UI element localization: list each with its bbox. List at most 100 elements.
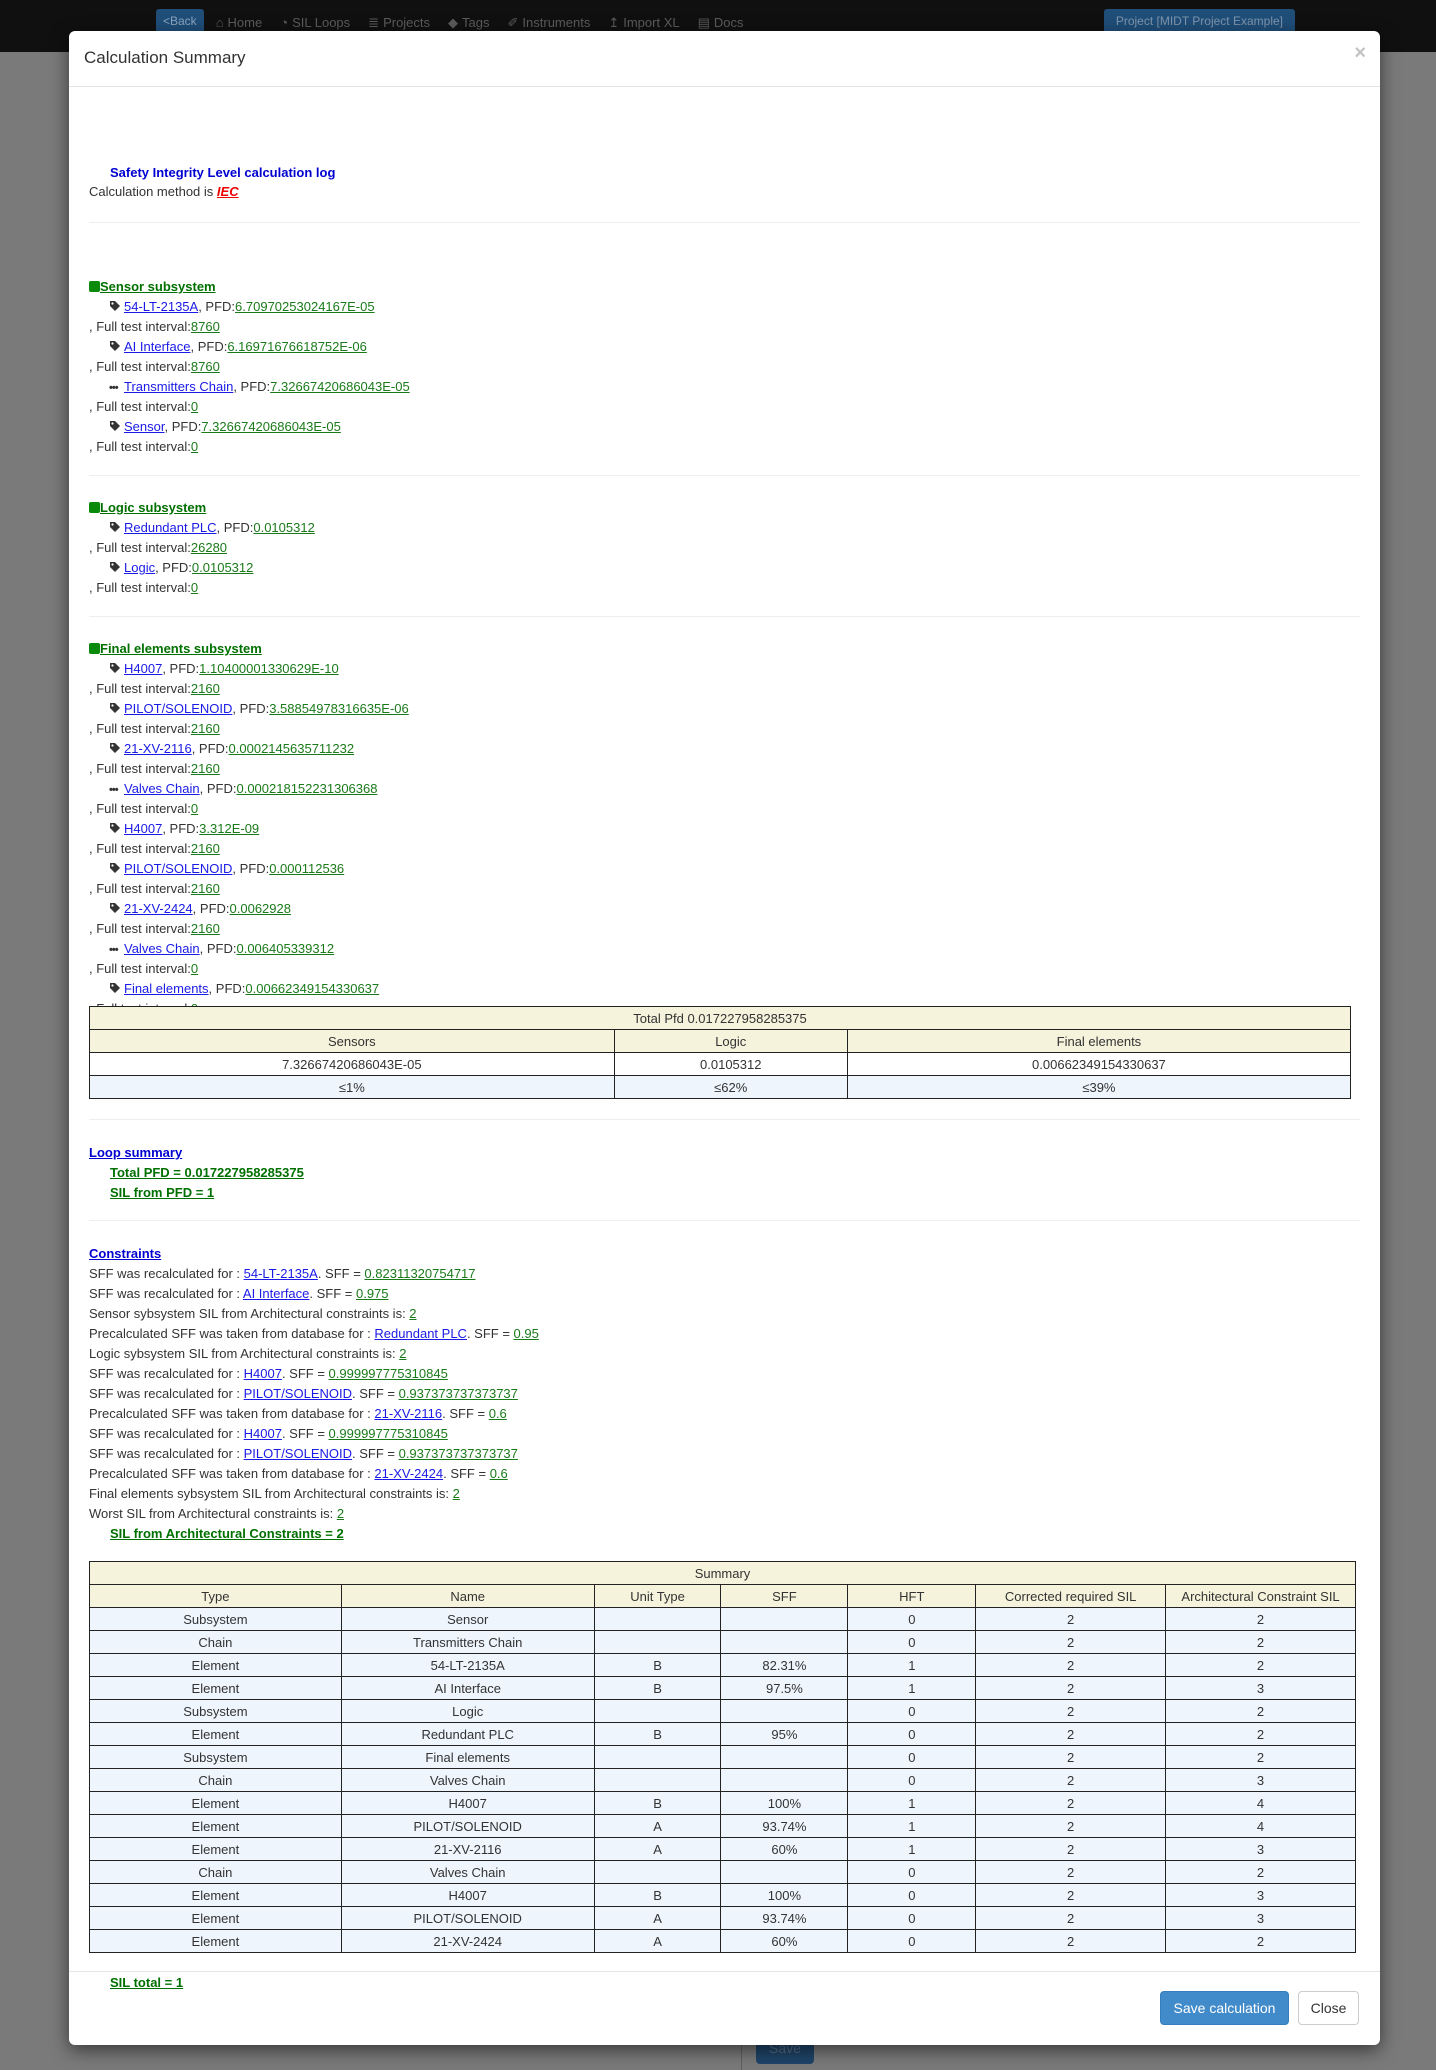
pfd-entry: 21-XV-2424, PFD:0.0062928 [89, 899, 409, 919]
entry-link[interactable]: Sensor [124, 419, 164, 434]
entry-link[interactable]: PILOT/SOLENOID [124, 701, 232, 716]
subsystem-title[interactable]: Sensor subsystem [100, 279, 216, 294]
pfd-value: 6.70970253024167E-05 [235, 299, 375, 314]
constraint-link[interactable]: AI Interface [243, 1286, 309, 1301]
tag-icon [109, 660, 121, 673]
entry-link[interactable]: H4007 [124, 821, 162, 836]
subsystem-title[interactable]: Logic subsystem [100, 500, 206, 515]
close-button[interactable]: Close [1298, 1991, 1359, 2025]
test-interval-line: , Full test interval:8760 [89, 357, 410, 377]
nav-item-projects[interactable]: ≣ Projects [362, 13, 442, 33]
table-cell: 54-LT-2135A [340, 1653, 595, 1677]
table-cell: Element [89, 1791, 342, 1815]
constraint-link[interactable]: 21-XV-2424 [374, 1466, 443, 1481]
constraint-text: Worst SIL from Architectural constraints… [89, 1506, 337, 1521]
interval-label: , Full test interval: [89, 319, 191, 334]
constraint-text: Precalculated SFF was taken from databas… [89, 1466, 375, 1481]
total-pfd-title: Total Pfd 0.017227958285375 [89, 1006, 1351, 1030]
interval-value: 0 [190, 801, 199, 816]
constraint-sff-label: . SFF = [443, 1466, 490, 1481]
table-cell: 2 [975, 1929, 1167, 1953]
nav-item-sil-loops[interactable]: ◔ SIL Loops [274, 13, 362, 33]
entry-link[interactable]: AI Interface [124, 339, 190, 354]
upload-icon: ↥ [608, 15, 620, 30]
tag-icon [109, 559, 121, 572]
nav-item-docs[interactable]: ▤ Docs [692, 13, 756, 33]
table-row: Chain Valves Chain 0 2 2 [89, 1860, 1356, 1884]
table-cell [720, 1768, 849, 1792]
column-header: Name [340, 1584, 595, 1608]
nav-item-instruments[interactable]: ✐ Instruments [502, 13, 603, 33]
entry-link[interactable]: 54-LT-2135A [124, 299, 198, 314]
constraint-value: 2 [336, 1506, 345, 1521]
pfd-label: , PFD: [191, 741, 229, 756]
table-cell: 1 [847, 1676, 977, 1700]
entry-link[interactable]: 21-XV-2424 [124, 901, 193, 916]
column-header: Architectural Constraint SIL [1165, 1584, 1356, 1608]
close-icon[interactable]: × [1354, 43, 1366, 63]
constraint-text: Final elements sybsystem SIL from Archit… [89, 1486, 453, 1501]
entry-link[interactable]: Redundant PLC [124, 520, 217, 535]
back-button[interactable]: <Back [156, 9, 204, 33]
constraint-line: SFF was recalculated for : 54-LT-2135A. … [89, 1264, 539, 1284]
table-cell: 2 [975, 1607, 1167, 1631]
entry-link[interactable]: PILOT/SOLENOID [124, 861, 232, 876]
entry-link[interactable]: Logic [124, 560, 155, 575]
table-cell: 93.74% [720, 1814, 849, 1838]
constraints-title[interactable]: Constraints [89, 1246, 161, 1261]
nav-item-import-xl[interactable]: ↥ Import XL [602, 13, 691, 33]
entry-link[interactable]: Valves Chain [124, 781, 200, 796]
constraint-line: Precalculated SFF was taken from databas… [89, 1464, 539, 1484]
entry-link[interactable]: 21-XV-2116 [124, 741, 192, 756]
pfd-label: , PFD: [198, 299, 236, 314]
pfd-entry: Logic, PFD:0.0105312 [89, 558, 315, 578]
table-cell [720, 1860, 849, 1884]
constraint-sff-label: . SFF = [442, 1406, 489, 1421]
subsystem-title[interactable]: Final elements subsystem [100, 641, 262, 656]
tag-icon [109, 900, 121, 913]
nav-item-tags[interactable]: ◆ Tags [442, 13, 501, 33]
table-cell: Redundant PLC [340, 1722, 595, 1746]
table-row: Subsystem Logic 0 2 2 [89, 1699, 1356, 1723]
entry-link[interactable]: H4007 [124, 661, 162, 676]
constraint-link[interactable]: PILOT/SOLENOID [244, 1386, 352, 1401]
test-interval-line: , Full test interval:2160 [89, 719, 409, 739]
constraint-link[interactable]: PILOT/SOLENOID [244, 1446, 352, 1461]
tag-icon [109, 740, 121, 753]
subsystem-section: Sensor subsystem 54-LT-2135A, PFD:6.70970… [89, 277, 410, 457]
entry-link[interactable]: Transmitters Chain [124, 379, 233, 394]
table-cell: 0 [847, 1929, 977, 1953]
constraint-link[interactable]: H4007 [244, 1426, 282, 1441]
pfd-entry: 21-XV-2116, PFD:0.0002145635711232 [89, 739, 409, 759]
table-cell: 0 [847, 1607, 977, 1631]
pfd-value: 3.58854978316635E-06 [269, 701, 409, 716]
constraint-link[interactable]: H4007 [244, 1366, 282, 1381]
constraint-link[interactable]: 21-XV-2116 [374, 1406, 442, 1421]
nav-item-home[interactable]: ⌂ Home [210, 13, 275, 33]
interval-value: 0 [190, 580, 199, 595]
interval-value: 2160 [190, 921, 220, 936]
table-cell: 2 [1165, 1653, 1356, 1677]
test-interval-line: , Full test interval:8760 [89, 317, 410, 337]
constraint-value: 0.937373737373737 [398, 1386, 518, 1401]
constraint-link[interactable]: Redundant PLC [374, 1326, 467, 1341]
chain-ellipsis-icon: ••• [109, 382, 119, 394]
table-cell: 3 [1165, 1768, 1356, 1792]
interval-value: 0 [190, 439, 199, 454]
table-cell: Subsystem [89, 1745, 342, 1769]
table-cell: A [593, 1929, 722, 1953]
table-cell: Chain [89, 1630, 342, 1654]
constraint-result: SIL from Architectural Constraints = 2 [89, 1524, 539, 1544]
project-button[interactable]: Project [MIDT Project Example] [1103, 9, 1295, 33]
entry-link[interactable]: Final elements [124, 981, 209, 996]
constraint-line: Logic sybsystem SIL from Architectural c… [89, 1344, 539, 1364]
constraint-link[interactable]: 54-LT-2135A [244, 1266, 318, 1281]
save-calculation-button[interactable]: Save calculation [1160, 1991, 1289, 2025]
table-row: Element 21-XV-2424 A 60% 0 2 2 [89, 1929, 1356, 1953]
constraint-sff-label: . SFF = [281, 1366, 329, 1381]
loop-summary-title[interactable]: Loop summary [89, 1145, 182, 1160]
table-row: Element H4007 B 100% 0 2 3 [89, 1883, 1356, 1907]
pfd-value: 1.10400001330629E-10 [199, 661, 339, 676]
entry-link[interactable]: Valves Chain [124, 941, 200, 956]
table-cell: Element [89, 1837, 342, 1861]
